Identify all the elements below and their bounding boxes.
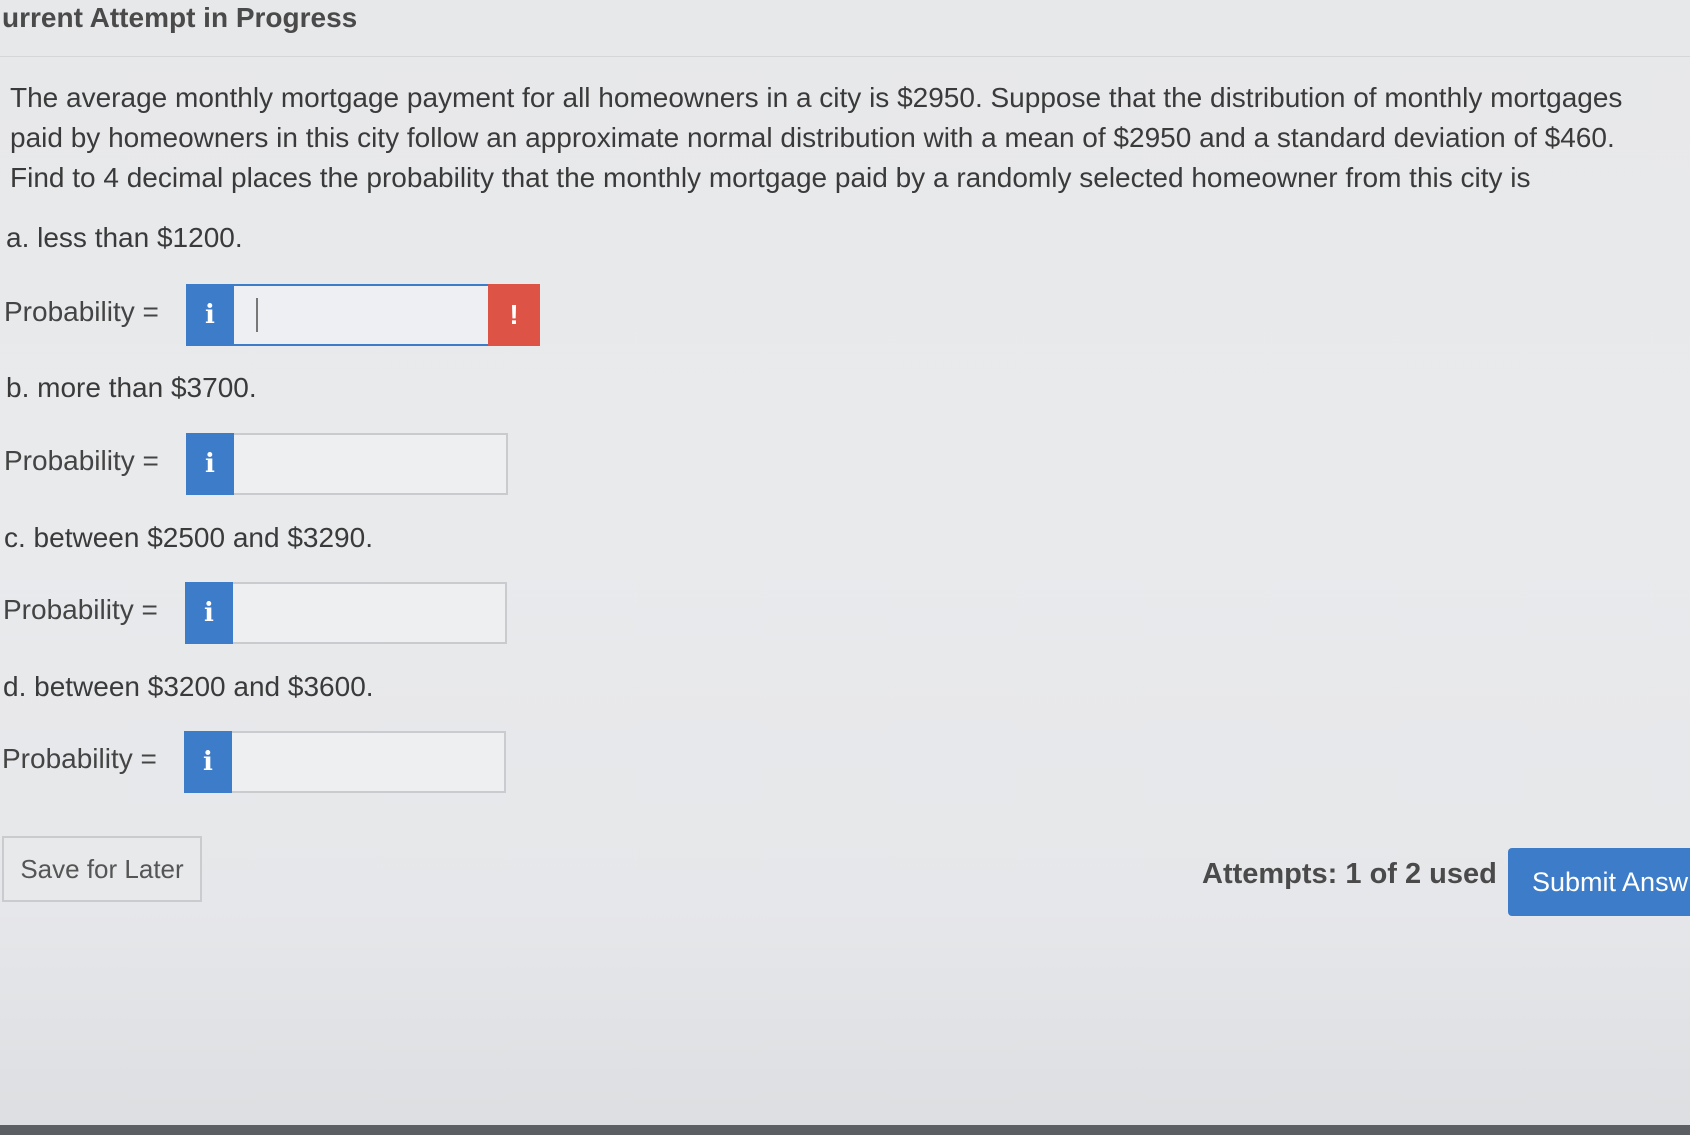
text-cursor bbox=[256, 298, 258, 332]
question-line: paid by homeowners in this city follow a… bbox=[10, 122, 1615, 153]
question-text: The average monthly mortgage payment for… bbox=[10, 78, 1682, 198]
info-icon[interactable]: i bbox=[186, 284, 234, 346]
page-title: urrent Attempt in Progress bbox=[2, 2, 358, 33]
probability-label: Probability = bbox=[2, 743, 157, 774]
part-c-label: c. between $2500 and $3290. bbox=[4, 522, 373, 553]
part-c-probability-input[interactable] bbox=[233, 582, 507, 644]
save-for-later-button[interactable]: Save for Later bbox=[2, 836, 202, 902]
info-icon[interactable]: i bbox=[186, 433, 234, 495]
probability-label: Probability = bbox=[3, 594, 158, 625]
part-d-probability-input[interactable] bbox=[232, 731, 506, 793]
attempts-counter: Attempts: 1 of 2 used bbox=[1202, 858, 1497, 890]
info-icon[interactable]: i bbox=[185, 582, 233, 644]
header-divider bbox=[0, 56, 1690, 57]
probability-label: Probability = bbox=[4, 296, 159, 327]
question-line: The average monthly mortgage payment for… bbox=[10, 82, 1623, 113]
part-a-label: a. less than $1200. bbox=[6, 222, 243, 253]
submit-answer-button[interactable]: Submit Answ bbox=[1508, 848, 1690, 916]
info-icon[interactable]: i bbox=[184, 731, 232, 793]
part-b-probability-input[interactable] bbox=[234, 433, 508, 495]
question-line: Find to 4 decimal places the probability… bbox=[10, 162, 1531, 193]
part-a-probability-input[interactable] bbox=[234, 284, 504, 346]
alert-icon[interactable]: ! bbox=[488, 284, 540, 346]
assignment-page: urrent Attempt in Progress The average m… bbox=[0, 0, 1690, 1135]
probability-label: Probability = bbox=[4, 445, 159, 476]
screen-bottom-edge bbox=[0, 1125, 1690, 1135]
part-d-label: d. between $3200 and $3600. bbox=[3, 671, 374, 702]
part-b-label: b. more than $3700. bbox=[6, 372, 257, 403]
